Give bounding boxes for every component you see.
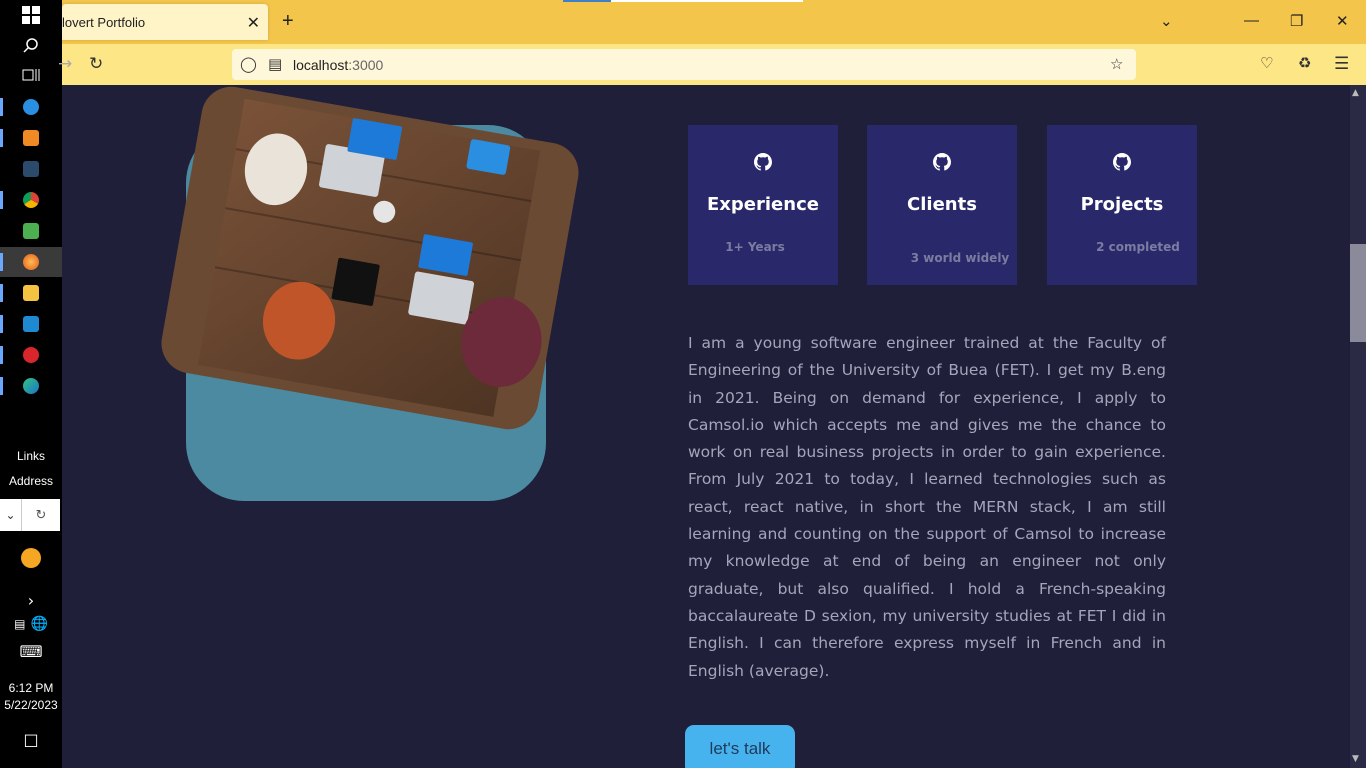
reload-icon[interactable]: ↻ — [89, 54, 103, 74]
pocket-icon[interactable]: ♡ — [1260, 54, 1273, 72]
card-subtitle: 3 world widely — [910, 251, 1010, 265]
stat-card-projects: Projects 2 completed — [1047, 125, 1197, 285]
links-label: Links — [16, 449, 45, 463]
extensions-icon[interactable]: ♻ — [1298, 54, 1311, 72]
about-text: I am a young software engineer trained a… — [688, 334, 1166, 680]
lets-talk-button[interactable]: let's talk — [685, 725, 795, 768]
tab-indicator-secondary — [611, 0, 803, 2]
vscode-icon[interactable] — [0, 309, 62, 339]
keyboard-icon[interactable]: ⌨ — [0, 636, 62, 666]
browser-navbar: → ↻ ◯ ▤ localhost:3000 ☆ ♡ ♻ ☰ — [58, 44, 1366, 85]
minimize-button[interactable]: — — [1244, 12, 1259, 29]
github-icon — [867, 153, 1017, 176]
url-host: localhost — [293, 56, 349, 73]
clock-date: 5/22/2023 — [4, 698, 58, 712]
address-label: Address — [8, 474, 54, 488]
card-subtitle: 2 completed — [1096, 240, 1180, 254]
dev-cpp-icon[interactable] — [0, 340, 62, 370]
battery-icon[interactable]: ▤ — [14, 617, 25, 631]
page-icon[interactable]: ▤ — [268, 55, 282, 73]
tab-indicator — [563, 0, 611, 2]
scroll-up-icon[interactable]: ▲ — [1352, 88, 1359, 98]
browser-titlebar: lovert Portfolio ✕ + ⌄ — ❐ ✕ — [62, 0, 1366, 44]
scrollbar-thumb[interactable] — [1350, 244, 1366, 342]
clock[interactable]: 6:12 PM 5/22/2023 — [0, 680, 62, 714]
weather-icon[interactable] — [0, 543, 62, 573]
url-port: :3000 — [348, 56, 384, 73]
clock-time: 6:12 PM — [8, 681, 54, 695]
url-bar[interactable]: ◯ ▤ localhost:3000 ☆ — [232, 49, 1136, 80]
task-view-icon[interactable] — [0, 60, 62, 90]
tab-list-chevron-icon[interactable]: ⌄ — [1160, 12, 1173, 30]
tray-icons[interactable]: ▤ 🌐 — [0, 609, 62, 639]
scroll-down-icon[interactable]: ▼ — [1352, 754, 1359, 764]
url-text[interactable]: localhost:3000 — [293, 57, 383, 73]
menu-icon[interactable]: ☰ — [1334, 54, 1349, 74]
start-icon[interactable] — [0, 0, 62, 30]
card-title: Projects — [1080, 194, 1164, 215]
shield-icon[interactable]: ◯ — [240, 55, 257, 73]
chrome-icon[interactable] — [0, 185, 62, 215]
restore-button[interactable]: ❐ — [1290, 12, 1303, 30]
browser-tab[interactable]: lovert Portfolio ✕ — [62, 4, 268, 40]
page-content: Experience 1+ Years Clients 3 world wide… — [62, 85, 1350, 768]
globe-icon[interactable]: 🌐 — [31, 616, 48, 632]
search-icon[interactable] — [0, 30, 62, 60]
app-bug-icon[interactable] — [0, 154, 62, 184]
refresh-icon[interactable]: ↻ — [22, 499, 60, 531]
file-explorer-icon[interactable] — [0, 278, 62, 308]
card-subtitle: 1+ Years — [725, 240, 785, 254]
edge-icon[interactable] — [0, 371, 62, 401]
stat-card-experience: Experience 1+ Years — [688, 125, 838, 285]
close-tab-icon[interactable]: ✕ — [247, 13, 260, 32]
github-icon — [1047, 153, 1197, 176]
app-browser-blue-icon[interactable] — [0, 92, 62, 122]
chevron-down-icon[interactable]: ⌄ — [0, 499, 22, 531]
card-title: Experience — [707, 194, 819, 215]
app-stack-icon[interactable] — [0, 216, 62, 246]
github-icon — [688, 153, 838, 176]
firefox-icon[interactable] — [0, 247, 62, 277]
address-toolbar[interactable]: ⌄ ↻ — [0, 499, 60, 531]
windows-taskbar: Links Address ⌄ ↻ › ▤ 🌐 ⌨ 6:12 PM 5/22/2… — [0, 0, 62, 768]
sublime-text-icon[interactable] — [0, 123, 62, 153]
stat-card-clients: Clients 3 world widely — [867, 125, 1017, 285]
forward-icon[interactable]: → — [58, 54, 72, 74]
tab-title: lovert Portfolio — [62, 14, 146, 30]
close-window-button[interactable]: ✕ — [1336, 12, 1349, 30]
notification-icon[interactable]: □ — [0, 724, 62, 754]
bookmark-star-icon[interactable]: ☆ — [1110, 55, 1123, 73]
photo-tablet — [331, 257, 380, 307]
page-scrollbar[interactable] — [1350, 85, 1366, 768]
new-tab-button[interactable]: + — [282, 10, 294, 33]
card-title: Clients — [907, 194, 977, 215]
